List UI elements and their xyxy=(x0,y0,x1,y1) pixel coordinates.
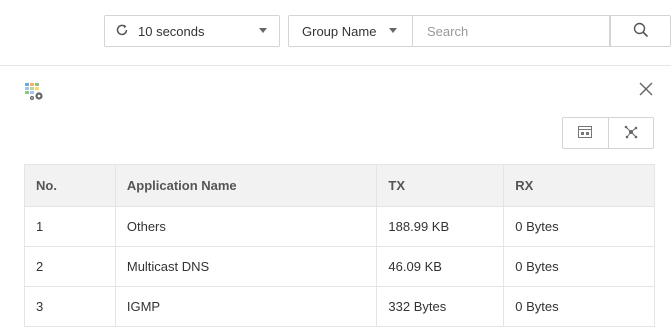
refresh-icon xyxy=(115,23,129,40)
chevron-down-icon xyxy=(389,28,397,33)
view-toggle-group xyxy=(562,117,654,149)
column-header-tx[interactable]: TX xyxy=(376,164,505,207)
row-no: 1 xyxy=(24,206,116,247)
topology-view-button[interactable] xyxy=(607,118,653,148)
column-header-application-name[interactable]: Application Name xyxy=(114,164,378,207)
refresh-interval-value: 10 seconds xyxy=(138,23,205,39)
row-no: 3 xyxy=(24,286,116,327)
search-button[interactable] xyxy=(610,15,671,47)
toolbar: 10 seconds Group Name xyxy=(0,0,671,66)
table-row[interactable]: 2 Multicast DNS 46.09 KB 0 Bytes xyxy=(24,246,655,287)
close-icon xyxy=(639,82,653,99)
refresh-interval-select[interactable]: 10 seconds xyxy=(104,15,280,47)
chevron-down-icon xyxy=(259,28,267,33)
table-view-icon xyxy=(578,125,593,141)
topology-view-icon xyxy=(623,124,639,143)
row-tx: 188.99 KB xyxy=(376,206,505,247)
column-header-no[interactable]: No. xyxy=(24,164,116,207)
column-header-rx[interactable]: RX xyxy=(503,164,655,207)
row-rx: 0 Bytes xyxy=(503,206,655,247)
close-button[interactable] xyxy=(636,80,656,100)
row-rx: 0 Bytes xyxy=(503,286,655,327)
table-row[interactable]: 3 IGMP 332 Bytes 0 Bytes xyxy=(24,286,655,327)
table-header-row: No. Application Name TX RX xyxy=(24,164,655,207)
row-no: 2 xyxy=(24,246,116,287)
row-tx: 46.09 KB xyxy=(376,246,505,287)
row-application-name: IGMP xyxy=(114,286,378,327)
table-row[interactable]: 1 Others 188.99 KB 0 Bytes xyxy=(24,206,655,247)
application-traffic-table: No. Application Name TX RX 1 Others 188.… xyxy=(24,164,655,327)
app-settings-icon xyxy=(24,82,46,102)
group-name-select[interactable]: Group Name xyxy=(288,15,413,47)
table-view-button[interactable] xyxy=(563,118,608,148)
row-application-name: Others xyxy=(114,206,378,247)
group-name-value: Group Name xyxy=(302,23,377,39)
row-tx: 332 Bytes xyxy=(376,286,505,327)
row-application-name: Multicast DNS xyxy=(114,246,378,287)
search-icon xyxy=(633,22,649,41)
row-rx: 0 Bytes xyxy=(503,246,655,287)
search-input[interactable] xyxy=(413,15,610,47)
